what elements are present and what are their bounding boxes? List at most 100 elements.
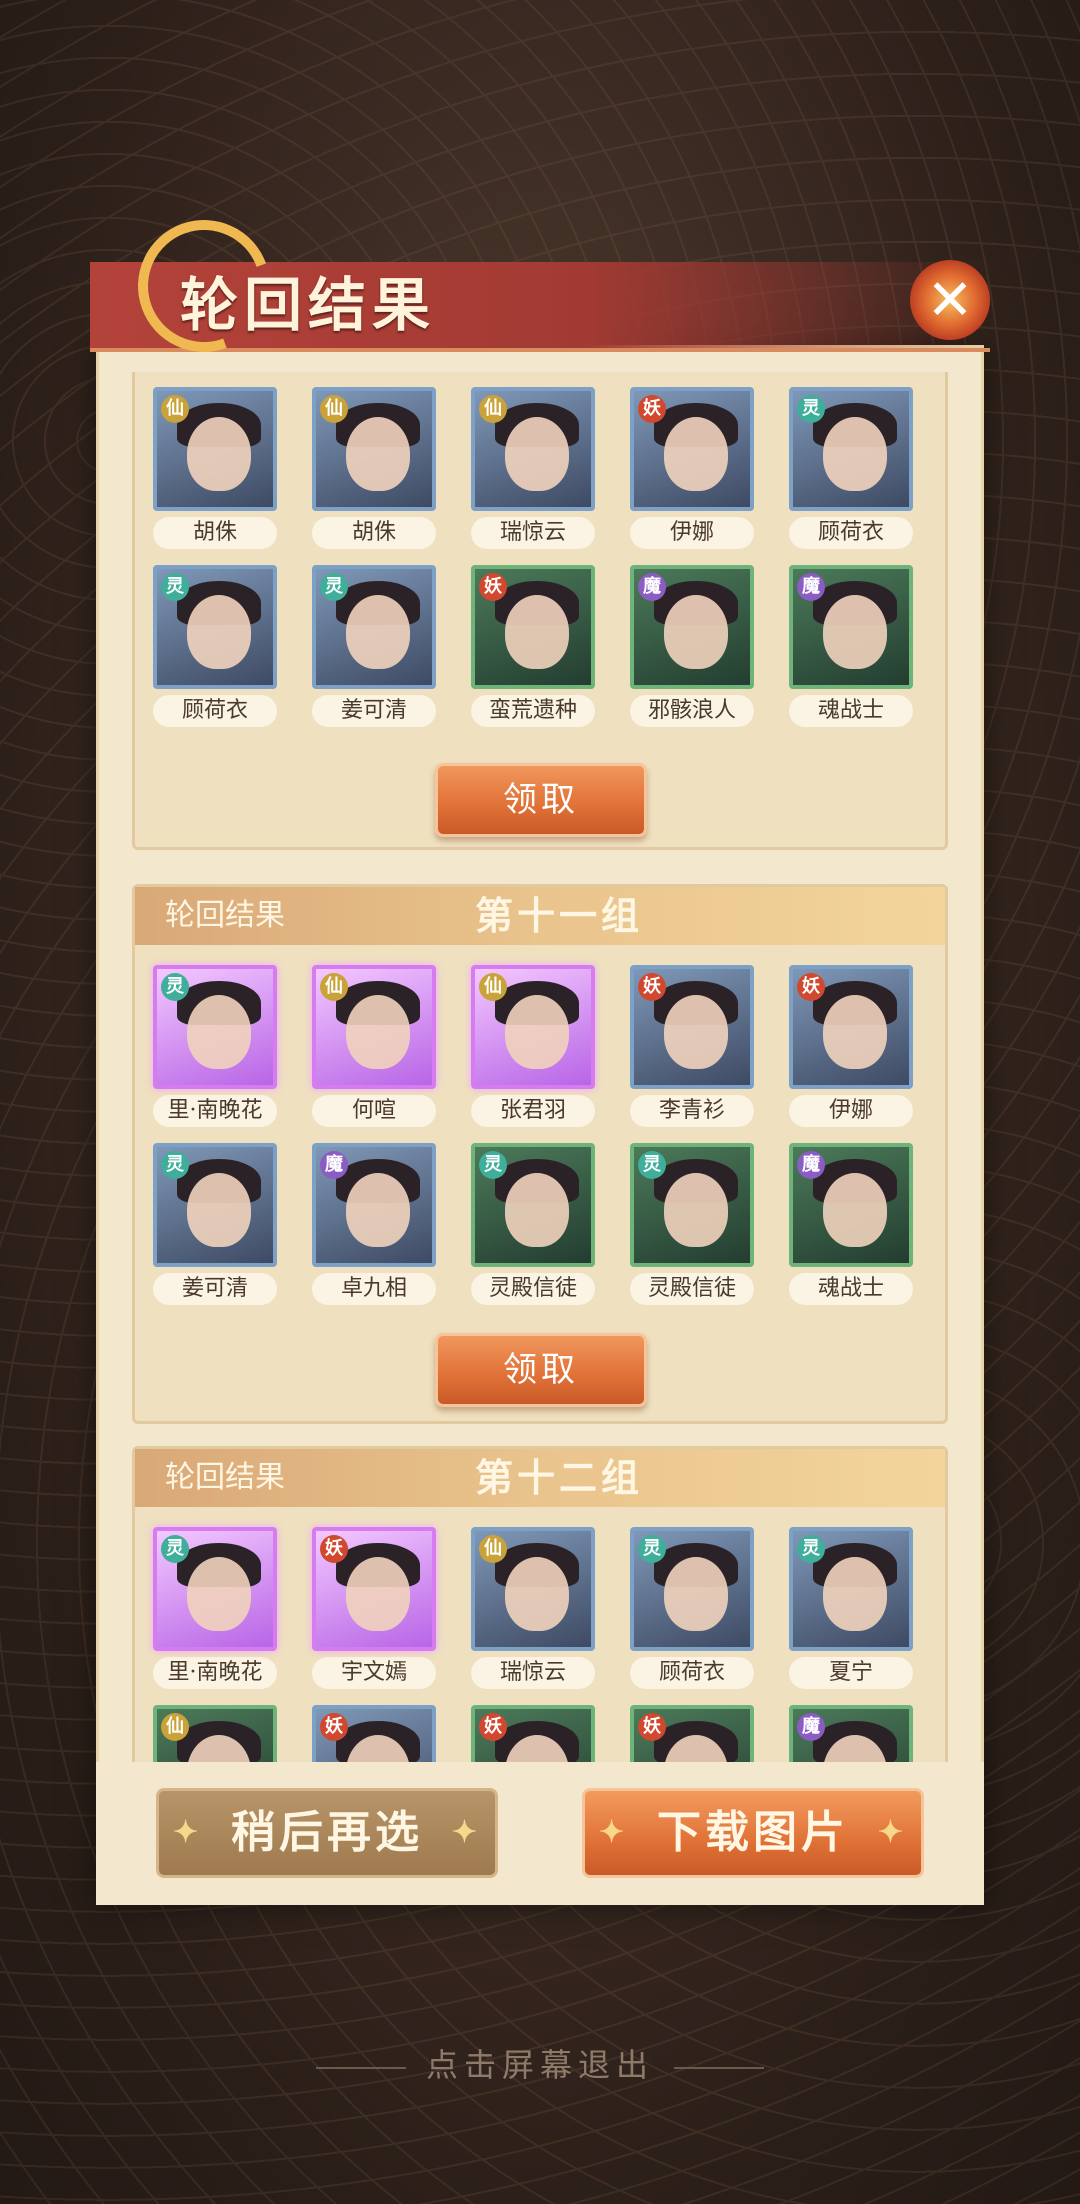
character-card[interactable]: 魔卓九相 — [312, 1143, 436, 1305]
result-group: 仙胡侏仙胡侏仙瑞惊云妖伊娜灵顾荷衣灵顾荷衣灵姜可清妖蛮荒遗种魔邪骸浪人魔魂战士 … — [132, 372, 948, 850]
character-card[interactable]: 妖伊娜 — [630, 387, 754, 549]
character-portrait: 妖 — [789, 965, 913, 1089]
portrait-face — [664, 1557, 728, 1631]
group-header-label: 轮回结果 — [165, 898, 285, 933]
choose-later-button[interactable]: ✦ 稍后再选 ✦ — [156, 1788, 498, 1878]
choose-later-label: 稍后再选 — [231, 1807, 423, 1858]
portrait-face — [346, 1557, 410, 1631]
character-card[interactable]: 灵姜可清 — [312, 565, 436, 727]
character-card[interactable]: 灵顾荷衣 — [630, 1527, 754, 1689]
character-portrait: 灵 — [312, 565, 436, 689]
faction-badge-icon: 灵 — [320, 573, 348, 601]
faction-badge-icon: 魔 — [320, 1151, 348, 1179]
group-header-label: 轮回结果 — [165, 1460, 285, 1495]
exit-hint-text: 点击屏幕退出 — [425, 2046, 654, 2084]
character-card[interactable]: 仙瑞惊云 — [471, 387, 595, 549]
character-name: 何喧 — [312, 1095, 436, 1127]
faction-badge-icon: 妖 — [320, 1713, 348, 1741]
portrait-face — [505, 995, 569, 1069]
faction-badge-icon: 妖 — [320, 1535, 348, 1563]
character-name: 胡侏 — [153, 517, 277, 549]
character-card[interactable]: 灵里·南晚花 — [153, 965, 277, 1127]
character-card[interactable]: 仙胡侏 — [153, 387, 277, 549]
character-portrait: 妖 — [630, 387, 754, 511]
result-group: 轮回结果 第十二组 灵里·南晚花妖宇文嫣仙瑞惊云灵顾荷衣灵夏宁仙妖妖妖魔 — [132, 1446, 948, 1762]
faction-badge-icon: 妖 — [479, 573, 507, 601]
character-card[interactable]: 妖 — [471, 1705, 595, 1762]
character-card[interactable]: 仙张君羽 — [471, 965, 595, 1127]
portrait-face — [505, 1173, 569, 1247]
character-card[interactable]: 灵灵殿信徒 — [630, 1143, 754, 1305]
portrait-face — [823, 417, 887, 491]
character-card[interactable]: 灵里·南晚花 — [153, 1527, 277, 1689]
character-name: 姜可清 — [153, 1273, 277, 1305]
page-title: 轮回结果 — [180, 271, 437, 339]
character-name: 宇文嫣 — [312, 1657, 436, 1689]
results-scroll-area[interactable]: 仙胡侏仙胡侏仙瑞惊云妖伊娜灵顾荷衣灵顾荷衣灵姜可清妖蛮荒遗种魔邪骸浪人魔魂战士 … — [96, 372, 984, 1762]
character-name: 顾荷衣 — [630, 1657, 754, 1689]
group-header: 轮回结果 第十一组 — [135, 887, 945, 945]
claim-button[interactable]: 领取 — [435, 1333, 647, 1407]
character-card[interactable]: 灵夏宁 — [789, 1527, 913, 1689]
character-name: 瑞惊云 — [471, 1657, 595, 1689]
faction-badge-icon: 灵 — [638, 1535, 666, 1563]
character-card[interactable]: 仙胡侏 — [312, 387, 436, 549]
portrait-face — [505, 417, 569, 491]
character-name: 瑞惊云 — [471, 517, 595, 549]
character-card[interactable]: 妖蛮荒遗种 — [471, 565, 595, 727]
character-card[interactable]: 魔邪骸浪人 — [630, 565, 754, 727]
portrait-face — [823, 595, 887, 669]
character-card[interactable]: 魔魂战士 — [789, 565, 913, 727]
character-card[interactable]: 妖 — [312, 1705, 436, 1762]
faction-badge-icon: 仙 — [479, 973, 507, 1001]
portrait-face — [346, 1173, 410, 1247]
sparkle-icon: ✦ — [877, 1815, 907, 1850]
faction-badge-icon: 灵 — [161, 1151, 189, 1179]
character-portrait: 魔 — [789, 565, 913, 689]
faction-badge-icon: 灵 — [161, 1535, 189, 1563]
character-card[interactable]: 妖李青衫 — [630, 965, 754, 1127]
character-portrait: 灵 — [153, 1143, 277, 1267]
character-card[interactable]: 灵姜可清 — [153, 1143, 277, 1305]
exit-hint[interactable]: 点击屏幕退出 — [0, 2040, 1080, 2086]
character-card[interactable]: 魔魂战士 — [789, 1143, 913, 1305]
faction-badge-icon: 灵 — [479, 1151, 507, 1179]
character-name: 姜可清 — [312, 695, 436, 727]
faction-badge-icon: 仙 — [320, 973, 348, 1001]
character-portrait: 妖 — [630, 1705, 754, 1762]
character-portrait: 魔 — [789, 1143, 913, 1267]
sparkle-icon: ✦ — [599, 1815, 629, 1850]
portrait-face — [664, 1173, 728, 1247]
character-card[interactable]: 魔 — [789, 1705, 913, 1762]
character-card[interactable]: 妖 — [630, 1705, 754, 1762]
character-card[interactable]: 仙瑞惊云 — [471, 1527, 595, 1689]
character-portrait: 仙 — [471, 965, 595, 1089]
character-portrait: 仙 — [312, 387, 436, 511]
character-card[interactable]: 灵顾荷衣 — [789, 387, 913, 549]
download-image-button[interactable]: ✦ 下载图片 ✦ — [582, 1788, 924, 1878]
portrait-face — [187, 1557, 251, 1631]
character-card[interactable]: 灵灵殿信徒 — [471, 1143, 595, 1305]
character-card[interactable]: 妖伊娜 — [789, 965, 913, 1127]
character-name: 顾荷衣 — [789, 517, 913, 549]
faction-badge-icon: 仙 — [320, 395, 348, 423]
close-button[interactable]: ✕ — [905, 255, 995, 345]
character-card[interactable]: 仙 — [153, 1705, 277, 1762]
character-card[interactable]: 妖宇文嫣 — [312, 1527, 436, 1689]
faction-badge-icon: 仙 — [479, 395, 507, 423]
portrait-face — [664, 417, 728, 491]
faction-badge-icon: 魔 — [797, 1713, 825, 1741]
faction-badge-icon: 灵 — [161, 973, 189, 1001]
character-portrait: 灵 — [153, 1527, 277, 1651]
faction-badge-icon: 妖 — [638, 395, 666, 423]
character-card[interactable]: 灵顾荷衣 — [153, 565, 277, 727]
character-portrait: 魔 — [630, 565, 754, 689]
character-portrait: 灵 — [630, 1143, 754, 1267]
faction-badge-icon: 魔 — [797, 573, 825, 601]
faction-badge-icon: 仙 — [479, 1535, 507, 1563]
character-portrait: 妖 — [471, 1705, 595, 1762]
character-card[interactable]: 仙何喧 — [312, 965, 436, 1127]
claim-button[interactable]: 领取 — [435, 763, 647, 837]
character-portrait: 灵 — [789, 1527, 913, 1651]
portrait-face — [823, 1557, 887, 1631]
